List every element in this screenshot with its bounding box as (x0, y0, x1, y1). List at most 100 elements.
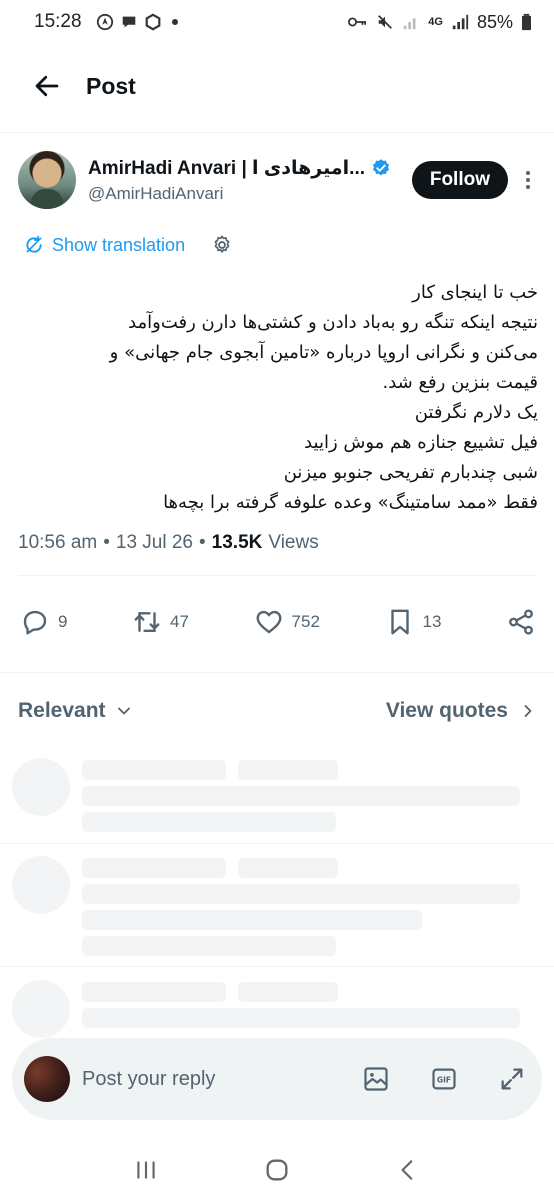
like-button[interactable]: 752 (254, 607, 320, 637)
view-quotes-label: View quotes (385, 699, 508, 722)
author-display-name[interactable]: AmirHadi Anvari | امیرهادی ا... (88, 157, 365, 180)
chevron-left-icon (401, 1160, 413, 1180)
skeleton-divider (0, 966, 554, 967)
chevron-down-icon (117, 707, 130, 715)
recent-apps-icon (136, 1161, 155, 1179)
translate-icon (26, 235, 42, 253)
post-text-line: فیل تشییع جنازه هم موش زایید (304, 432, 538, 453)
post-text-line: یک دلارم نگرفتن (414, 402, 538, 423)
post-text-line: شبی چندبارم تفریحی جنوبو میزنن (283, 462, 538, 483)
battery-percent: 85% (476, 11, 513, 32)
dot-icon (526, 178, 530, 182)
reply-icon (23, 610, 47, 635)
view-quotes-link[interactable]: View quotes (386, 699, 538, 723)
header-divider (0, 132, 554, 133)
verified-badge-icon (372, 159, 390, 176)
dot-icon (526, 185, 530, 189)
top-app-bar: Post (0, 58, 554, 114)
skeleton-bar (82, 910, 422, 930)
status-bar: 15:28 4G 85% (0, 0, 554, 44)
image-button[interactable] (362, 1065, 390, 1093)
recent-apps-button[interactable] (131, 1155, 161, 1185)
notification-dot-icon (171, 19, 178, 25)
bookmark-icon (390, 609, 409, 635)
like-count: 752 (291, 612, 320, 631)
home-button[interactable] (262, 1155, 292, 1185)
repost-icon (134, 612, 160, 632)
bookmark-count: 13 (422, 612, 442, 631)
skeleton-bar (238, 760, 338, 780)
skeleton-bar (82, 858, 226, 878)
share-button[interactable] (506, 607, 536, 637)
translate-row: Show translation (24, 234, 233, 256)
skeleton-avatar (12, 980, 70, 1038)
skeleton-bar (82, 884, 520, 904)
signal-icon (404, 18, 416, 30)
reply-composer[interactable]: Post your reply GIF (12, 1038, 542, 1120)
actions-divider (0, 672, 554, 673)
network-type: 4G (428, 16, 443, 28)
meta-divider (18, 575, 536, 576)
post-actions: 9 47 752 13 (20, 600, 536, 644)
mute-icon (378, 15, 393, 29)
views-label[interactable]: Views (268, 532, 318, 554)
share-icon (509, 609, 533, 635)
author-names: AmirHadi Anvari | امیرهادی ا... @AmirHad… (88, 157, 391, 204)
skeleton-avatar (12, 758, 70, 816)
hexagon-app-icon (145, 13, 160, 31)
composer-tools: GIF (362, 1065, 526, 1093)
back-button[interactable] (30, 69, 64, 103)
chevron-right-icon (524, 705, 532, 717)
author-handle[interactable]: @AmirHadiAnvari (88, 184, 391, 204)
expand-icon (501, 1068, 523, 1090)
repost-button[interactable]: 47 (132, 607, 189, 637)
image-icon (364, 1067, 388, 1091)
post-text-line: نتیجه اینکه تنگه رو به‌باد دادن و کشتی‌ه… (128, 312, 538, 333)
post-text-line: قیمت بنزین رفع شد. (382, 372, 539, 393)
expand-button[interactable] (498, 1065, 526, 1093)
more-options-button[interactable] (518, 165, 538, 195)
location-icon (96, 13, 113, 31)
repost-count: 47 (170, 612, 189, 631)
reply-button[interactable]: 9 (20, 607, 67, 637)
author-avatar[interactable] (18, 151, 76, 209)
chat-bubble-icon (122, 16, 135, 28)
page-title: Post (86, 72, 136, 99)
skeleton-bar (82, 760, 226, 780)
post-date[interactable]: 13 Jul 26 (116, 532, 193, 554)
system-navigation-bar (0, 1140, 554, 1200)
gear-icon[interactable] (211, 234, 233, 256)
post-time[interactable]: 10:56 am (18, 532, 97, 554)
arrow-left-icon (35, 75, 59, 97)
gif-icon: GIF (432, 1068, 456, 1090)
replies-sort-row: Relevant View quotes (18, 694, 538, 728)
skeleton-bar (238, 858, 338, 878)
post-text-line: فقط «ممد سامتینگ» وعده علوفه گرفته برا ب… (163, 492, 538, 513)
show-translation-link[interactable]: Show translation (52, 235, 185, 256)
follow-button[interactable]: Follow (411, 161, 508, 199)
post-text-line: می‌کنن و نگرانی اروپا درباره «تامین آبجو… (109, 342, 538, 363)
skeleton-bar (82, 982, 226, 1002)
views-count[interactable]: 13.5K (212, 532, 263, 554)
signal-strong-icon (452, 14, 469, 30)
bookmark-button[interactable]: 13 (385, 607, 442, 637)
key-icon (348, 17, 367, 27)
heart-icon (256, 610, 281, 634)
user-avatar (24, 1056, 70, 1102)
skeleton-avatar (12, 856, 70, 914)
sort-label: Relevant (18, 699, 106, 722)
loading-skeleton-2 (0, 856, 554, 966)
skeleton-divider (0, 843, 554, 844)
back-nav-button[interactable] (393, 1155, 423, 1185)
sort-dropdown[interactable]: Relevant (18, 699, 134, 723)
status-time: 15:28 (34, 11, 82, 32)
battery-icon (522, 13, 531, 31)
skeleton-bar (82, 812, 336, 832)
post-meta: 10:56 am • 13 Jul 26 • 13.5K Views (18, 532, 319, 554)
skeleton-bar (238, 982, 338, 1002)
skeleton-bar (82, 1008, 520, 1028)
loading-skeleton-3 (0, 980, 554, 1040)
gif-button[interactable]: GIF (430, 1065, 458, 1093)
reply-input[interactable]: Post your reply (82, 1068, 215, 1091)
post-text: خب تا اینجای کار نتیجه اینکه تنگه رو به‌… (18, 278, 538, 518)
